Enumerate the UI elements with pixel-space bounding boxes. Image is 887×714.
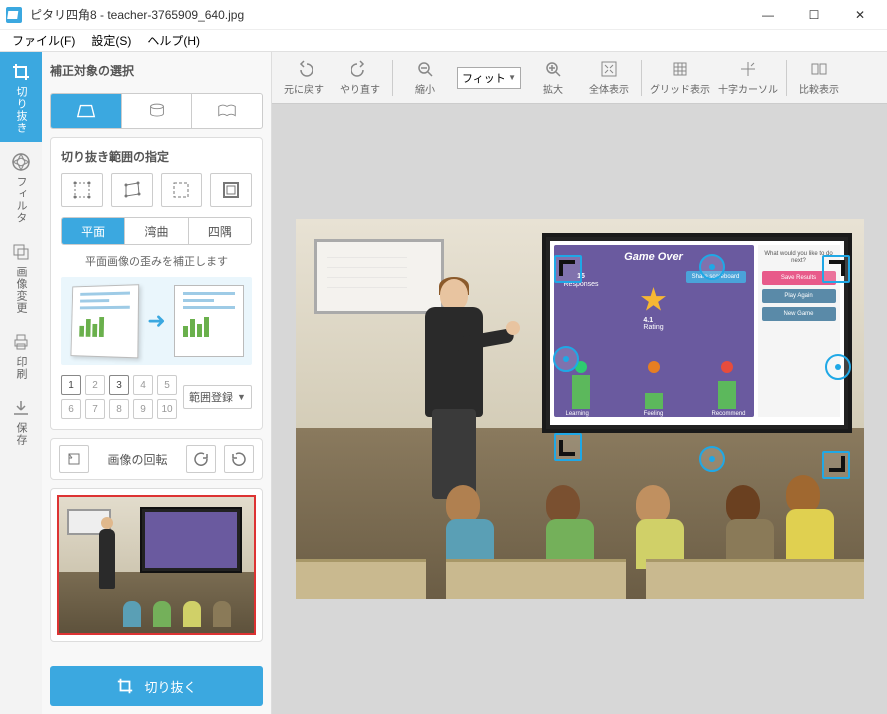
grid-icon xyxy=(670,59,690,79)
correction-diagram: ➜ xyxy=(61,277,252,365)
crosshair-toggle-button[interactable]: 十字カーソル xyxy=(714,54,782,102)
projector-side-button: Play Again xyxy=(762,289,836,303)
side-panel: 補正対象の選択 切り抜き範囲の指定 平面 湾曲 四隅 平面画像の歪みを補正します xyxy=(42,52,272,714)
crop-execute-button[interactable]: 切り抜く xyxy=(50,666,263,706)
menu-file[interactable]: ファイル(F) xyxy=(4,30,83,51)
minimize-button[interactable]: — xyxy=(745,0,791,30)
menubar: ファイル(F) 設定(S) ヘルプ(H) xyxy=(0,30,887,52)
grid-toggle-button[interactable]: グリッド表示 xyxy=(646,54,714,102)
range-tool-rect-dashed[interactable] xyxy=(161,173,203,207)
canvas-toolbar: 元に戻す やり直す 縮小 フィット▼ 拡大 全体表示 グリッド表示 十字カーソル… xyxy=(272,52,887,104)
zoom-out-icon xyxy=(415,59,435,79)
crop-handle-top[interactable] xyxy=(698,253,726,281)
undo-icon xyxy=(294,59,314,79)
crop-handle-top-left[interactable] xyxy=(554,255,582,283)
shape-mode-segment xyxy=(50,93,263,129)
redo-icon xyxy=(350,59,370,79)
rotate-ccw-button[interactable] xyxy=(186,445,216,473)
range-register-dropdown[interactable]: 範囲登録▼ xyxy=(183,385,252,409)
arrow-right-icon: ➜ xyxy=(147,308,165,334)
preset-slot-1[interactable]: 1 xyxy=(61,375,81,395)
crop-icon xyxy=(116,677,134,695)
crop-icon xyxy=(11,62,31,82)
rotate-panel: 画像の回転 xyxy=(50,438,263,480)
shape-book[interactable] xyxy=(192,94,262,128)
redo-button[interactable]: やり直す xyxy=(332,54,388,102)
rotate-cw-button[interactable] xyxy=(224,445,254,473)
thumbnail-panel xyxy=(50,488,263,642)
rotate-reset-button[interactable] xyxy=(59,445,89,473)
tab-print[interactable]: 印刷 xyxy=(0,322,42,388)
surface-hint: 平面画像の歪みを補正します xyxy=(61,253,252,269)
correction-target-title: 補正対象の選択 xyxy=(50,60,263,85)
range-tool-polygon[interactable] xyxy=(111,173,153,207)
transform-icon xyxy=(11,242,31,262)
maximize-button[interactable]: ☐ xyxy=(791,0,837,30)
preset-slot-7[interactable]: 7 xyxy=(85,399,105,419)
shape-trapezoid[interactable] xyxy=(51,94,122,128)
preset-slot-8[interactable]: 8 xyxy=(109,399,129,419)
undo-button[interactable]: 元に戻す xyxy=(276,54,332,102)
range-tool-rect-solid[interactable] xyxy=(210,173,252,207)
viewport[interactable]: Game Over 15Responses Share scoreboard 4… xyxy=(272,104,887,714)
aperture-icon xyxy=(11,152,31,172)
fit-all-button[interactable]: 全体表示 xyxy=(581,54,637,102)
crop-handle-bottom-left[interactable] xyxy=(554,433,582,461)
projector-side-button: New Game xyxy=(762,307,836,321)
crop-handle-top-right[interactable] xyxy=(822,255,850,283)
crosshair-icon xyxy=(738,59,758,79)
crop-handle-bottom-right[interactable] xyxy=(822,451,850,479)
range-tool-corners[interactable] xyxy=(61,173,103,207)
tab-filter[interactable]: フィルタ xyxy=(0,142,42,232)
thumbnail-preview[interactable] xyxy=(57,495,256,635)
preset-slot-10[interactable]: 10 xyxy=(157,399,177,419)
photo-canvas[interactable]: Game Over 15Responses Share scoreboard 4… xyxy=(296,219,864,599)
menu-settings[interactable]: 設定(S) xyxy=(83,30,139,51)
surface-type-segment: 平面 湾曲 四隅 xyxy=(61,217,252,245)
printer-icon xyxy=(11,332,31,352)
canvas-area: 元に戻す やり直す 縮小 フィット▼ 拡大 全体表示 グリッド表示 十字カーソル… xyxy=(272,52,887,714)
crop-handle-bottom[interactable] xyxy=(698,445,726,473)
preset-slot-9[interactable]: 9 xyxy=(133,399,153,419)
preset-slot-4[interactable]: 4 xyxy=(133,375,153,395)
window-title: ピタリ四角8 - teacher-3765909_640.jpg xyxy=(30,6,745,23)
tab-save[interactable]: 保存 xyxy=(0,388,42,454)
left-tabstrip: 切り抜き フィルタ 画像変更 印刷 保存 xyxy=(0,52,42,714)
preset-slot-6[interactable]: 6 xyxy=(61,399,81,419)
preset-slot-5[interactable]: 5 xyxy=(157,375,177,395)
surface-corners[interactable]: 四隅 xyxy=(189,218,251,244)
titlebar: ピタリ四角8 - teacher-3765909_640.jpg — ☐ ✕ xyxy=(0,0,887,30)
preset-slot-3[interactable]: 3 xyxy=(109,375,129,395)
fit-all-icon xyxy=(599,59,619,79)
tab-transform[interactable]: 画像変更 xyxy=(0,232,42,322)
crop-handle-right[interactable] xyxy=(824,353,852,381)
crop-range-title: 切り抜き範囲の指定 xyxy=(61,148,252,165)
tab-crop[interactable]: 切り抜き xyxy=(0,52,42,142)
app-icon xyxy=(4,5,24,25)
crop-handle-left[interactable] xyxy=(552,345,580,373)
crop-range-panel: 切り抜き範囲の指定 平面 湾曲 四隅 平面画像の歪みを補正します ➜ 12345… xyxy=(50,137,263,430)
surface-flat[interactable]: 平面 xyxy=(62,218,125,244)
compare-icon xyxy=(809,59,829,79)
zoom-level-select[interactable]: フィット▼ xyxy=(457,67,521,89)
close-button[interactable]: ✕ xyxy=(837,0,883,30)
menu-help[interactable]: ヘルプ(H) xyxy=(139,30,208,51)
zoom-out-button[interactable]: 縮小 xyxy=(397,54,453,102)
surface-curved[interactable]: 湾曲 xyxy=(125,218,188,244)
preset-slot-2[interactable]: 2 xyxy=(85,375,105,395)
download-icon xyxy=(11,398,31,418)
zoom-in-button[interactable]: 拡大 xyxy=(525,54,581,102)
shape-cylinder[interactable] xyxy=(122,94,193,128)
preset-slots: 12345 678910 xyxy=(61,375,177,419)
zoom-in-icon xyxy=(543,59,563,79)
compare-toggle-button[interactable]: 比較表示 xyxy=(791,54,847,102)
rotate-label: 画像の回転 xyxy=(97,451,178,468)
